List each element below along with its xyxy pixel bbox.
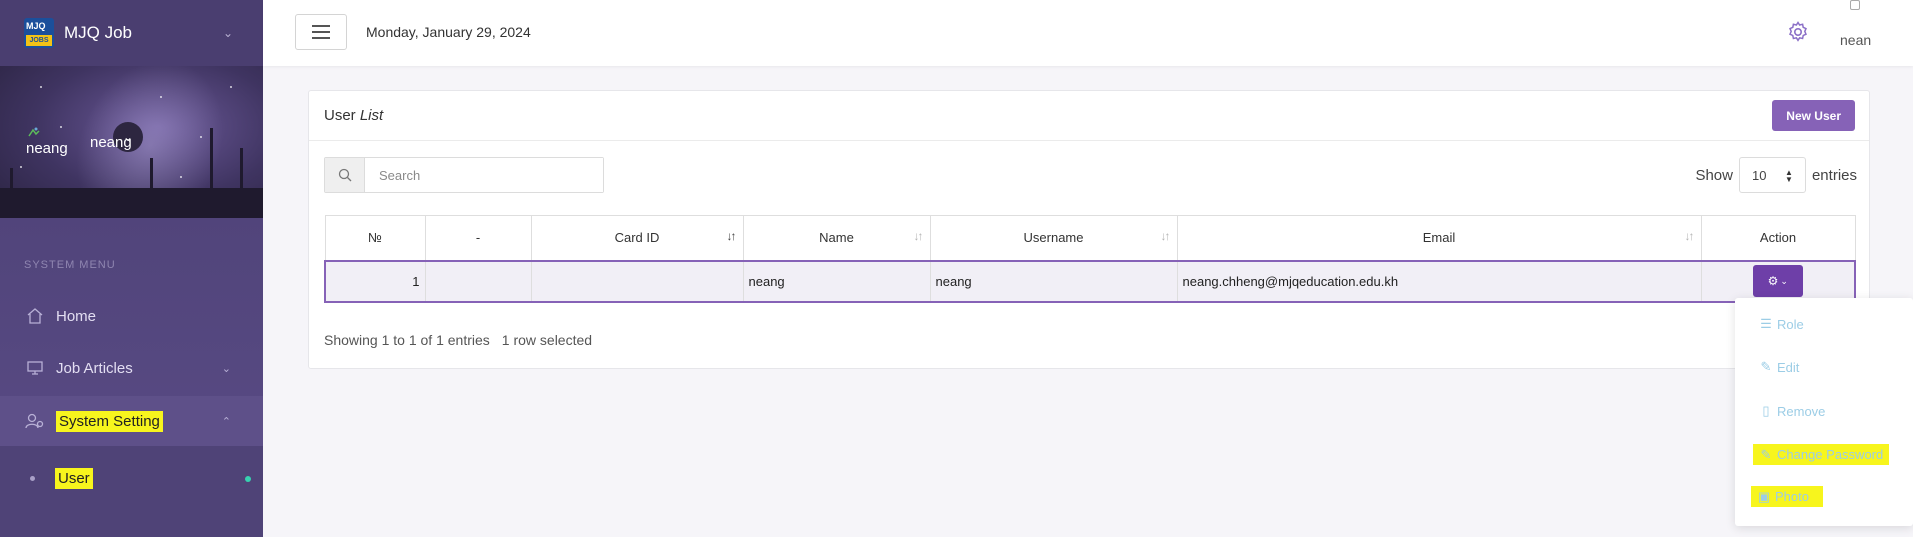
- search-box: [324, 157, 604, 193]
- user-list-card: User List New User Show 10 ▲▼ entries № …: [308, 90, 1870, 369]
- card-title-italic: List: [359, 107, 384, 124]
- table-row[interactable]: 1 neang neang neang.chheng@mjqeducation.…: [324, 259, 1856, 303]
- dropdown-item-label: Photo: [1775, 488, 1809, 504]
- search-input[interactable]: [365, 158, 603, 192]
- current-date: Monday, January 29, 2024: [366, 24, 531, 40]
- sidebar: MJQ JOBS MJQ Job ⌄ ⌄ neang neang SYSTEM …: [0, 0, 263, 537]
- user-menu[interactable]: nean: [1840, 32, 1871, 48]
- dropdown-item-label: Remove: [1777, 403, 1826, 419]
- gear-icon[interactable]: [1786, 20, 1810, 44]
- search-icon: [325, 158, 365, 192]
- user-table: № - Card ID ↓↑ Name ↓↑ Username ↓↑ Email ↓↑ …: [324, 215, 1856, 303]
- sidebar-item-system-setting[interactable]: System Setting ⌃: [0, 396, 263, 446]
- selection-info: 1 row selected: [501, 332, 593, 348]
- menu-section-title: SYSTEM MENU: [24, 259, 116, 271]
- cell-dash: [424, 259, 532, 303]
- page-length-control: Show 10 ▲ ▼ entries: [1695, 157, 1857, 193]
- chevron-down-icon[interactable]: ⌄: [223, 26, 233, 40]
- chevron-up-icon: ⌃: [221, 415, 231, 428]
- brand[interactable]: MJQ JOBS MJQ Job ⌄: [0, 0, 263, 66]
- column-header-email[interactable]: Email ↓↑: [1176, 215, 1702, 261]
- list-icon: ☰: [1760, 316, 1772, 331]
- entries-label: entries: [1811, 166, 1857, 184]
- pencil-icon: ✎: [1760, 359, 1772, 374]
- column-header-label: Card ID: [614, 230, 660, 246]
- cell-card-id: [530, 259, 744, 303]
- users-gear-icon: [24, 410, 46, 432]
- column-header-name[interactable]: Name ↓↑: [742, 215, 931, 261]
- table-info: Showing 1 to 1 of 1 entries 1 row selecte…: [324, 332, 592, 348]
- cell-email: neang.chheng@mjqeducation.edu.kh: [1176, 259, 1702, 303]
- page-length-value: 10: [1751, 167, 1767, 183]
- dropdown-item-edit[interactable]: ✎ Edit: [1735, 352, 1800, 382]
- ground-silhouette: [0, 188, 263, 218]
- new-user-button[interactable]: New User: [1772, 100, 1855, 131]
- dropdown-item-label: Edit: [1777, 359, 1800, 375]
- avatar[interactable]: neang: [26, 140, 68, 157]
- column-header-card-id[interactable]: Card ID ↓↑: [530, 215, 744, 261]
- submenu-item-label: User: [55, 467, 93, 489]
- column-header-label: Email: [1422, 230, 1456, 246]
- card-title: User List: [324, 107, 383, 124]
- active-indicator: [245, 476, 251, 482]
- dropdown-item-photo[interactable]: ▣ Photo: [1735, 481, 1823, 511]
- sidebar-item-label: Home: [56, 307, 97, 325]
- dropdown-item-change-password[interactable]: ✎ Change Password: [1735, 439, 1890, 469]
- column-header-no[interactable]: №: [324, 215, 426, 261]
- sort-icon: ↓↑: [1684, 229, 1695, 243]
- image-icon: ▣: [1757, 488, 1771, 504]
- cell-name-link[interactable]: neang: [742, 259, 931, 303]
- sidebar-item-label: System Setting: [56, 410, 163, 432]
- sort-icon: ↓↑: [726, 229, 737, 243]
- sort-icon: ↓↑: [913, 229, 924, 243]
- dropdown-item-label: Change Password: [1777, 446, 1884, 462]
- bullet-icon: [30, 475, 35, 481]
- column-header-dash[interactable]: -: [424, 215, 532, 261]
- broken-image-icon: [1850, 0, 1860, 10]
- chevron-down-icon: ⌄: [1780, 275, 1788, 286]
- sidebar-item-label: Job Articles: [56, 359, 133, 377]
- card-header: User List New User: [309, 91, 1869, 141]
- column-header-label: Username: [1023, 230, 1084, 246]
- logo-text-top: MJQ: [26, 21, 46, 31]
- home-icon: [24, 305, 46, 327]
- menu-toggle-button[interactable]: [295, 14, 347, 50]
- brand-logo: MJQ JOBS: [24, 18, 54, 48]
- submenu-system-setting: User: [0, 446, 263, 537]
- cell-username: neang: [929, 259, 1178, 303]
- dropdown-item-role[interactable]: ☰ Role: [1735, 309, 1804, 339]
- sidebar-item-job-articles[interactable]: Job Articles ⌄: [0, 343, 263, 393]
- topbar: Monday, January 29, 2024 nean: [263, 0, 1913, 66]
- show-label: Show: [1695, 166, 1733, 184]
- logo-text-bottom: JOBS: [26, 35, 52, 46]
- cell-no: 1: [324, 259, 426, 303]
- cell-action: ⚙ ⌄: [1700, 259, 1856, 303]
- row-action-dropdown: ☰ Role ✎ Edit ▯ Remove ✎ Change Password ▣ Ph…: [1735, 298, 1913, 526]
- card-title-prefix: User: [324, 107, 356, 124]
- chevron-down-icon: ⌄: [221, 362, 231, 375]
- trash-icon: ▯: [1762, 403, 1770, 418]
- profile-name[interactable]: neang: [90, 134, 132, 151]
- dropdown-item-label: Role: [1777, 316, 1804, 332]
- column-header-action: Action: [1700, 215, 1856, 261]
- column-header-label: Name: [819, 230, 854, 246]
- submenu-item-user[interactable]: User: [0, 456, 263, 500]
- sort-icon: ↓↑: [1160, 229, 1171, 243]
- row-action-button[interactable]: ⚙ ⌄: [1752, 265, 1803, 297]
- gear-icon: ⚙: [1767, 274, 1779, 288]
- select-arrows-icon: ▲ ▼: [1785, 168, 1793, 184]
- brand-title: MJQ Job: [64, 23, 133, 42]
- sidebar-item-home[interactable]: Home: [0, 291, 263, 341]
- page-length-select[interactable]: 10 ▲ ▼: [1738, 157, 1806, 193]
- monitor-icon: [24, 357, 46, 379]
- column-header-username[interactable]: Username ↓↑: [929, 215, 1178, 261]
- pencil-icon: ✎: [1760, 446, 1772, 462]
- dropdown-item-remove[interactable]: ▯ Remove: [1735, 396, 1825, 426]
- entries-info: Showing 1 to 1 of 1 entries: [324, 332, 490, 348]
- broken-image-icon: [28, 127, 40, 137]
